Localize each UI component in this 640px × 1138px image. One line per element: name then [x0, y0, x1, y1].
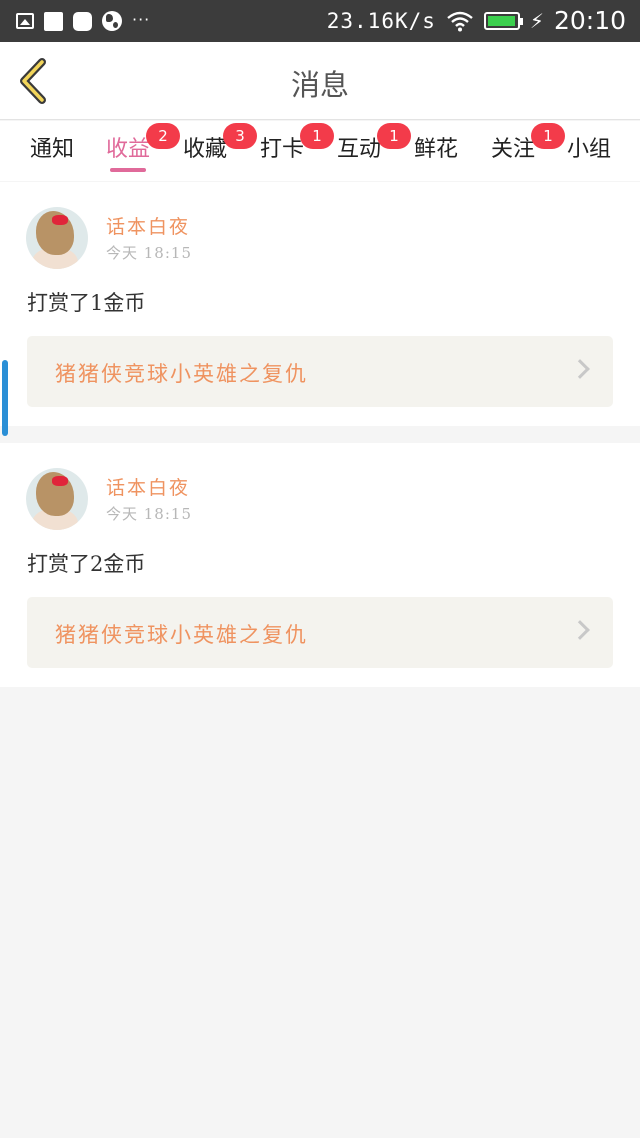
book-link[interactable]: 猪猪侠竞球小英雄之复仇 — [27, 336, 613, 407]
charging-icon: ⚡ — [529, 8, 544, 33]
chevron-right-icon — [570, 620, 590, 640]
tab-checkin[interactable]: 打卡 1 — [250, 123, 334, 163]
image-icon — [16, 13, 34, 29]
message-time: 今天 18:15 — [106, 505, 192, 523]
book-title: 猪猪侠竞球小英雄之复仇 — [55, 362, 308, 386]
tab-bar: 通知 收益 2 收藏 3 打卡 1 互动 1 鲜花 关注 1 小组 — [0, 121, 640, 181]
clock: 20:10 — [553, 6, 626, 35]
message-card: 话本白夜 今天 18:15 打赏了2金币 猪猪侠竞球小英雄之复仇 — [0, 443, 640, 687]
message-time: 今天 18:15 — [106, 244, 192, 262]
tab-notice[interactable]: 通知 — [20, 131, 84, 163]
status-left: ··· — [16, 9, 151, 31]
page-title: 消息 — [290, 68, 349, 102]
chevron-right-icon — [570, 359, 590, 379]
tab-label: 打卡 — [259, 137, 304, 162]
avatar[interactable] — [26, 468, 88, 530]
tab-label: 收益 — [105, 137, 150, 162]
tab-label: 小组 — [566, 137, 611, 162]
book-link[interactable]: 猪猪侠竞球小英雄之复仇 — [27, 597, 613, 668]
battery-level — [487, 15, 515, 26]
active-tab-indicator — [110, 168, 146, 172]
battery-icon — [483, 11, 523, 30]
scroll-indicator[interactable] — [2, 360, 8, 436]
reward-text: 打赏了1金币 — [27, 291, 146, 315]
network-speed: 23.16K/s — [326, 8, 436, 33]
author-name[interactable]: 话本白夜 — [106, 473, 190, 500]
status-right: 23.16K/s ⚡ 20:10 — [327, 6, 626, 35]
avatar-bow — [52, 215, 68, 225]
notification-rounded-icon — [73, 11, 92, 31]
tab-groups[interactable]: 小组 — [557, 131, 621, 163]
reward-text: 打赏了2金币 — [27, 552, 146, 576]
author-name[interactable]: 话本白夜 — [106, 212, 190, 239]
tab-interaction[interactable]: 互动 1 — [327, 123, 411, 163]
status-bar: ··· 23.16K/s ⚡ 20:10 — [0, 0, 640, 42]
avatar-bow — [52, 476, 68, 486]
tab-label: 收藏 — [182, 137, 227, 162]
tab-earnings[interactable]: 收益 2 — [96, 123, 180, 163]
header: 消息 — [0, 42, 640, 120]
tab-label: 关注 — [490, 137, 535, 162]
notification-square-icon — [44, 11, 63, 31]
tab-label: 通知 — [29, 137, 74, 162]
more-notifications-icon: ··· — [132, 9, 151, 29]
avatar[interactable] — [26, 207, 88, 269]
tab-flowers[interactable]: 鲜花 — [404, 131, 468, 163]
globe-icon — [102, 11, 122, 31]
wifi-icon — [447, 11, 473, 31]
tab-label: 鲜花 — [413, 137, 458, 162]
message-card: 话本白夜 今天 18:15 打赏了1金币 猪猪侠竞球小英雄之复仇 — [0, 182, 640, 426]
tab-following[interactable]: 关注 1 — [481, 123, 565, 163]
book-title: 猪猪侠竞球小英雄之复仇 — [55, 623, 308, 647]
tab-favorites[interactable]: 收藏 3 — [173, 123, 257, 163]
tab-label: 互动 — [336, 137, 381, 162]
